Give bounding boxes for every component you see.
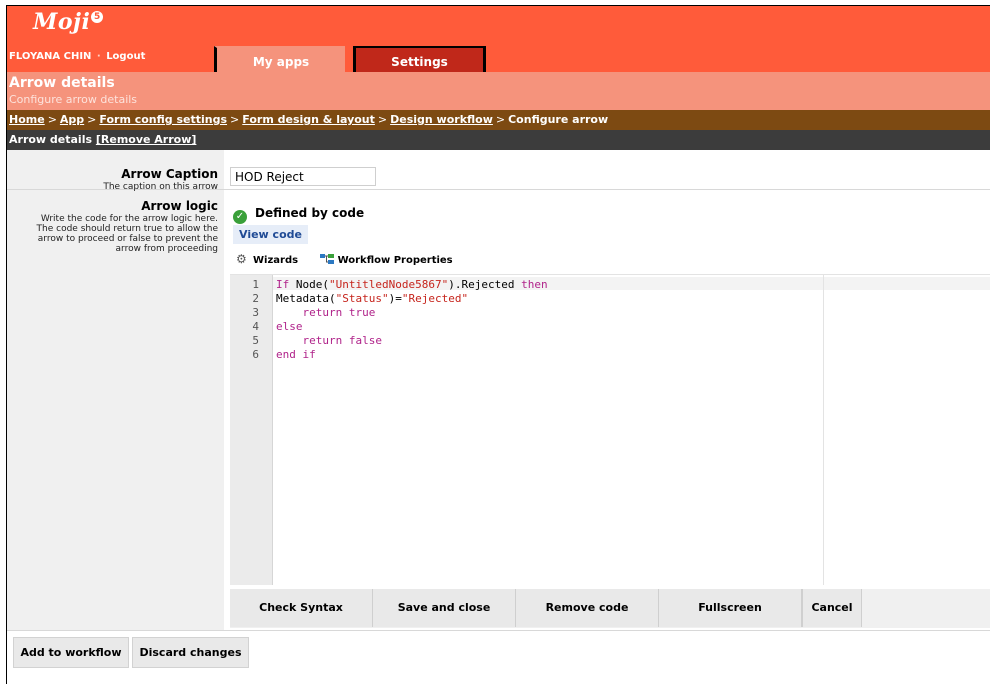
print-margin xyxy=(823,275,824,585)
logo[interactable]: Moji 5 xyxy=(33,9,104,35)
logout-link[interactable]: Logout xyxy=(106,51,145,62)
remove-code-button[interactable]: Remove code xyxy=(516,589,659,627)
breadcrumb-sep: > xyxy=(87,113,97,126)
workflow-icon xyxy=(319,254,334,264)
fullscreen-button[interactable]: Fullscreen xyxy=(659,589,802,627)
editor-toolbar: ⚙ Wizards Workflow Properties xyxy=(236,252,471,266)
line-number: 2 xyxy=(252,292,259,305)
logic-label: Arrow logic xyxy=(141,199,218,213)
save-and-close-button[interactable]: Save and close xyxy=(373,589,516,627)
breadcrumb-current: Configure arrow xyxy=(508,113,609,126)
app-window: Moji 5 FLOYANA CHIN · Logout My apps Sett… xyxy=(6,5,990,684)
logic-description-line: The code should return true to allow the xyxy=(36,224,218,234)
check-icon: ✓ xyxy=(233,210,247,224)
breadcrumb-sep: > xyxy=(47,113,57,126)
code-keyword: If xyxy=(276,278,290,291)
code-line: If Node("UntitledNode5867").Rejected the… xyxy=(276,278,548,291)
footer-bar: Add to workflow Discard changes xyxy=(7,630,990,684)
code-keyword: else xyxy=(276,320,303,333)
page-header: Arrow details Configure arrow details xyxy=(7,72,990,110)
code-text: Node( xyxy=(289,278,329,291)
section-title: Arrow details xyxy=(9,133,93,146)
logo-text: Moji xyxy=(33,9,91,35)
code-line: return true xyxy=(276,306,376,319)
breadcrumb-design-workflow[interactable]: Design workflow xyxy=(390,113,493,126)
check-syntax-button[interactable]: Check Syntax xyxy=(230,589,373,627)
wizards-button[interactable]: ⚙ Wizards xyxy=(236,252,302,266)
code-line: else xyxy=(276,320,303,333)
section-bar: Arrow details [Remove Arrow] xyxy=(7,130,990,150)
page-title: Arrow details xyxy=(9,75,115,91)
discard-changes-button[interactable]: Discard changes xyxy=(132,637,249,668)
status-text: Defined by code xyxy=(255,206,365,220)
code-string: "Rejected" xyxy=(401,292,469,305)
code-keyword: end if xyxy=(276,348,316,361)
breadcrumb-sep: > xyxy=(230,113,240,126)
code-line: end if xyxy=(276,348,316,361)
page-subtitle: Configure arrow details xyxy=(9,93,138,106)
code-keyword: then xyxy=(521,278,548,291)
line-number: 3 xyxy=(252,306,259,319)
view-code-button[interactable]: View code xyxy=(233,225,308,244)
add-to-workflow-button[interactable]: Add to workflow xyxy=(13,637,129,668)
defined-by-code-status: ✓ Defined by code xyxy=(233,206,364,224)
code-keyword: return false xyxy=(302,334,382,347)
wand-icon: ⚙ xyxy=(236,252,247,266)
logic-description-line: arrow to proceed or false to prevent the xyxy=(37,234,218,244)
code-string: "UntitledNode5867" xyxy=(329,278,449,291)
breadcrumb-home[interactable]: Home xyxy=(9,113,45,126)
code-string: "Status" xyxy=(335,292,389,305)
code-text: Metadata( xyxy=(276,292,336,305)
breadcrumb-sep: > xyxy=(495,113,506,126)
workflow-properties-button[interactable]: Workflow Properties xyxy=(319,254,453,266)
cancel-button[interactable]: Cancel xyxy=(802,589,862,627)
logic-description-line: arrow from proceeding xyxy=(115,244,218,254)
arrow-caption-input[interactable] xyxy=(230,167,376,186)
logo-badge: 5 xyxy=(91,11,104,23)
breadcrumb-form-config-settings[interactable]: Form config settings xyxy=(99,113,227,126)
tab-my-apps[interactable]: My apps xyxy=(214,46,345,72)
breadcrumb-sep: > xyxy=(377,113,388,126)
top-header: Moji 5 FLOYANA CHIN · Logout My apps Sett… xyxy=(7,6,990,72)
code-text: )= xyxy=(388,292,402,305)
line-number: 1 xyxy=(252,278,259,291)
line-number: 5 xyxy=(252,334,259,347)
remove-arrow-link[interactable]: [Remove Arrow] xyxy=(96,133,197,146)
user-info: FLOYANA CHIN · Logout xyxy=(9,51,145,62)
line-number: 4 xyxy=(252,320,259,333)
code-keyword: return true xyxy=(302,306,376,319)
breadcrumb-app[interactable]: App xyxy=(60,113,84,126)
logic-description-line: Write the code for the arrow logic here. xyxy=(40,214,218,224)
breadcrumb: Home > App > Form config settings > Form desig… xyxy=(7,110,990,130)
code-editor[interactable]: 1 2 3 4 5 6 If Node("UntitledNode5867").… xyxy=(230,274,990,585)
workflow-properties-label: Workflow Properties xyxy=(337,255,453,266)
user-separator: · xyxy=(96,51,101,62)
breadcrumb-form-design-layout[interactable]: Form design & layout xyxy=(242,113,375,126)
code-line: return false xyxy=(276,334,382,347)
wizards-label: Wizards xyxy=(253,255,299,266)
tab-settings[interactable]: Settings xyxy=(353,46,486,72)
code-text: ).Rejected xyxy=(448,278,522,291)
caption-description: The caption on this arrow xyxy=(103,182,218,192)
code-line: Metadata("Status")="Rejected" xyxy=(276,292,468,305)
line-number: 6 xyxy=(252,348,259,361)
editor-button-bar: Check Syntax Save and close Remove code … xyxy=(230,589,990,628)
user-name: FLOYANA CHIN xyxy=(9,51,92,62)
caption-label: Arrow Caption xyxy=(121,167,218,181)
